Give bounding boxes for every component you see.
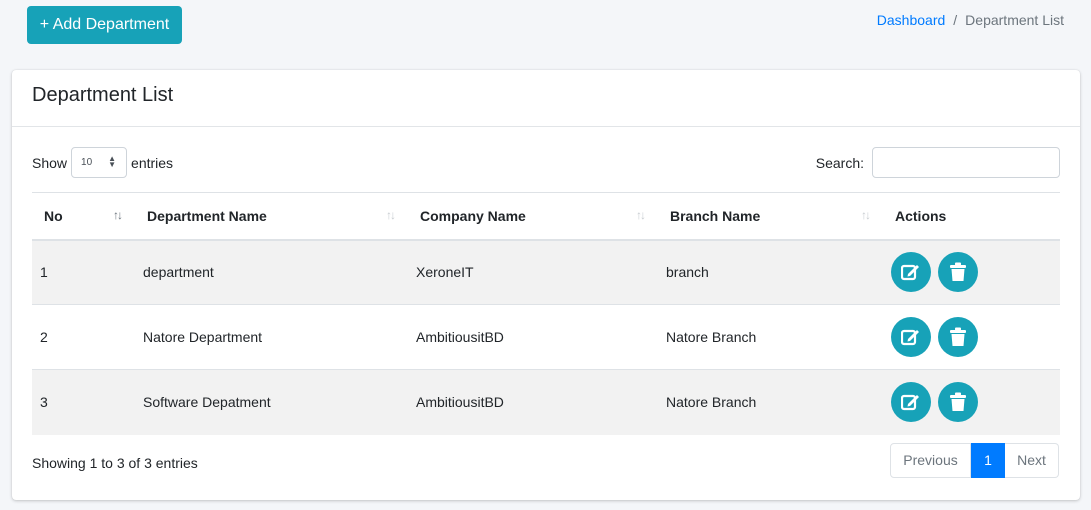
trash-icon bbox=[949, 327, 966, 346]
cell-company: AmbitiousitBD bbox=[408, 369, 658, 435]
card-title: Department List bbox=[32, 84, 174, 106]
cell-actions bbox=[883, 304, 1060, 370]
pagination-page-1[interactable]: 1 bbox=[971, 443, 1005, 478]
cell-no: 3 bbox=[32, 369, 135, 435]
table-info: Showing 1 to 3 of 3 entries bbox=[32, 455, 198, 471]
sort-icon: ↑↓ bbox=[386, 208, 396, 222]
add-department-button[interactable]: + Add Department bbox=[27, 6, 182, 44]
show-label: Show bbox=[32, 154, 68, 171]
search-input[interactable] bbox=[872, 147, 1060, 178]
cell-company: XeroneIT bbox=[408, 239, 658, 305]
column-header-company-name[interactable]: Company Name ↑↓ bbox=[408, 192, 658, 241]
page-size-value: 10 bbox=[81, 157, 93, 168]
pagination-previous[interactable]: Previous bbox=[890, 443, 971, 478]
page-size-select[interactable]: 10 ▲ ▼ bbox=[71, 147, 128, 178]
department-card: Department List Show 10 ▲ ▼ entries Searc… bbox=[12, 70, 1080, 500]
table-header-row: No ↑↓ Department Name ↑↓ Company Name ↑↓ Br… bbox=[32, 192, 1060, 241]
edit-icon bbox=[901, 265, 919, 281]
trash-icon bbox=[949, 262, 966, 282]
cell-department: Software Depatment bbox=[135, 369, 408, 435]
cell-department: department bbox=[135, 239, 408, 305]
cell-company: AmbitiousitBD bbox=[408, 304, 658, 370]
delete-button[interactable] bbox=[937, 382, 978, 423]
cell-no: 1 bbox=[32, 239, 135, 305]
delete-button[interactable] bbox=[937, 252, 978, 293]
page-size-control: Show 10 ▲ ▼ entries bbox=[32, 147, 173, 178]
edit-button[interactable] bbox=[891, 317, 931, 357]
entries-label: entries bbox=[131, 154, 174, 171]
cell-no: 2 bbox=[32, 304, 135, 370]
column-header-actions: Actions bbox=[883, 192, 1060, 241]
cell-actions bbox=[883, 239, 1060, 305]
delete-button[interactable] bbox=[937, 317, 978, 357]
cell-department: Natore Department bbox=[135, 304, 408, 370]
table-row: 3 Software Depatment AmbitiousitBD Nator… bbox=[32, 369, 1060, 435]
column-header-no[interactable]: No ↑↓ bbox=[32, 192, 135, 241]
pagination-next[interactable]: Next bbox=[1005, 443, 1059, 478]
cell-branch: Natore Branch bbox=[658, 304, 883, 370]
breadcrumb: Dashboard / Department List bbox=[877, 12, 1064, 28]
table-row: 2 Natore Department AmbitiousitBD Natore… bbox=[32, 304, 1060, 370]
sort-icon: ↑↓ bbox=[636, 208, 646, 222]
table-controls: Show 10 ▲ ▼ entries Search: bbox=[32, 147, 1060, 179]
edit-button[interactable] bbox=[891, 382, 931, 423]
pagination: Previous 1 Next bbox=[890, 443, 1059, 478]
breadcrumb-separator: / bbox=[953, 12, 958, 28]
column-header-department-name[interactable]: Department Name ↑↓ bbox=[135, 192, 408, 241]
edit-icon bbox=[901, 395, 919, 411]
column-header-branch-name[interactable]: Branch Name ↑↓ bbox=[658, 192, 883, 241]
sort-icon: ↑↓ bbox=[861, 208, 871, 222]
sort-icon: ↑↓ bbox=[113, 208, 123, 222]
breadcrumb-dashboard-link[interactable]: Dashboard bbox=[877, 12, 946, 28]
search-control: Search: bbox=[816, 147, 1060, 178]
trash-icon bbox=[949, 392, 966, 412]
breadcrumb-current: Department List bbox=[965, 12, 1064, 28]
table-row: 1 department XeroneIT branch bbox=[32, 239, 1060, 305]
select-arrows-icon: ▲ ▼ bbox=[108, 154, 117, 169]
edit-icon bbox=[901, 329, 919, 346]
department-table: No ↑↓ Department Name ↑↓ Company Name ↑↓ Br… bbox=[32, 192, 1060, 435]
search-label: Search: bbox=[815, 154, 864, 171]
cell-actions bbox=[883, 369, 1060, 435]
cell-branch: branch bbox=[658, 239, 883, 305]
card-header: Department List bbox=[12, 70, 1080, 127]
edit-button[interactable] bbox=[891, 252, 931, 293]
cell-branch: Natore Branch bbox=[658, 369, 883, 435]
